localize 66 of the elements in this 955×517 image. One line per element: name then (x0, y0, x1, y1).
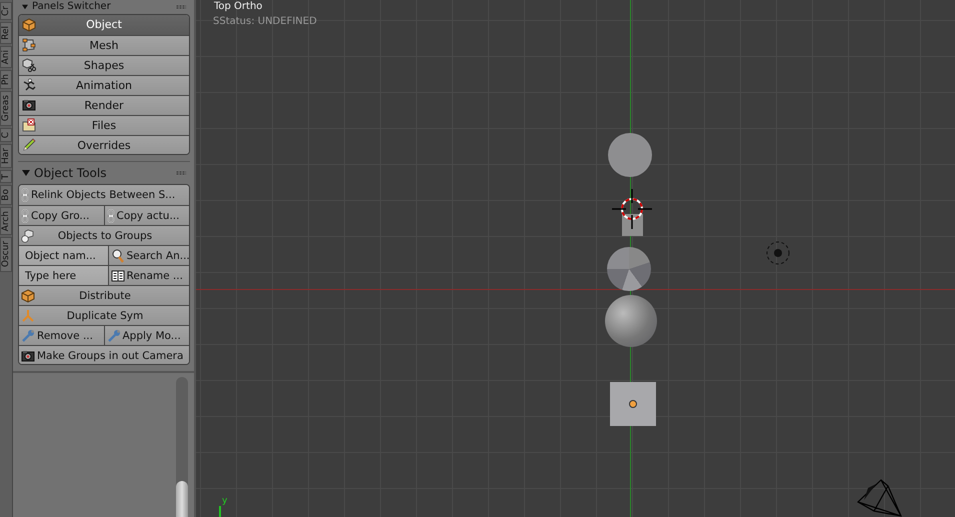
sphere-object[interactable] (605, 295, 657, 347)
side-tab[interactable]: Greas (0, 91, 12, 126)
side-tab[interactable]: Rel (0, 22, 12, 44)
panel-switch-button[interactable]: Animation (19, 74, 189, 95)
camera-icon (22, 98, 36, 112)
y-axis-icon (218, 506, 222, 517)
tool-button[interactable]: Objects to Groups (19, 225, 189, 246)
cube-icon (21, 288, 35, 303)
tool-button[interactable]: Rename ... (108, 265, 189, 286)
side-tab[interactable]: Arch (0, 207, 12, 236)
3d-cursor-icon[interactable] (612, 189, 652, 229)
cone-object[interactable] (607, 247, 651, 291)
tool-button[interactable]: Make Groups in out Camera (19, 345, 189, 364)
scrollbar-track[interactable] (176, 377, 188, 517)
3d-viewport[interactable]: Top Ortho SStatus: UNDEFINED y (196, 0, 955, 517)
tool-button[interactable]: Remove ... (19, 325, 104, 346)
panel-switch-button[interactable]: Object (19, 14, 189, 35)
side-tab[interactable]: Cr (0, 2, 12, 20)
panel-title[interactable]: Object Tools (34, 166, 106, 180)
panel-switch-button[interactable]: Shapes (19, 54, 189, 75)
document-icon (110, 268, 124, 283)
side-tab[interactable]: C (0, 128, 12, 142)
tool-button[interactable]: Search An... (108, 245, 189, 266)
side-tab[interactable]: T (0, 170, 12, 184)
panel-switch-button[interactable]: Overrides (19, 134, 189, 154)
tool-button[interactable]: Relink Objects Between S... (19, 185, 189, 206)
panel-switch-button[interactable]: Files (19, 114, 189, 135)
tool-button[interactable]: Distribute (19, 285, 189, 306)
wrench-icon (21, 328, 35, 343)
side-tab[interactable]: Ani (0, 46, 12, 68)
text-field[interactable]: Type here (19, 265, 108, 286)
cube-icon (22, 18, 36, 32)
side-tab[interactable]: Bo (0, 185, 12, 206)
tripod-icon (21, 308, 35, 323)
expand-triangle-icon[interactable] (22, 169, 30, 178)
tool-button[interactable]: Copy Gro... (19, 205, 104, 226)
axis-label: y (222, 496, 228, 506)
running-figure-icon (22, 78, 36, 92)
tool-button[interactable]: Duplicate Sym (19, 305, 189, 326)
panel-switch-button[interactable]: Mesh (19, 34, 189, 55)
wrench-icon (106, 328, 120, 343)
panel-switch-button[interactable]: Render (19, 94, 189, 115)
expand-triangle-icon[interactable] (22, 4, 28, 10)
tool-button[interactable]: Copy actu... (104, 205, 189, 226)
origin-dot-icon (629, 400, 637, 408)
panel-title[interactable]: Panels Switcher (32, 1, 111, 12)
side-tab[interactable]: Har (0, 144, 12, 168)
lamp-icon[interactable] (765, 240, 791, 266)
cube-scissors-icon (22, 58, 36, 72)
text-field[interactable]: Object nam... (19, 245, 108, 266)
circle-object[interactable] (608, 133, 652, 177)
pencil-icon (22, 138, 36, 152)
search-icon (110, 248, 124, 263)
side-tab[interactable]: Oscur (0, 237, 12, 272)
camera-icon (21, 348, 35, 363)
tool-button[interactable]: Apply Mo... (104, 325, 189, 346)
view-name: Top Ortho (214, 1, 262, 13)
folder-icon (22, 118, 36, 132)
chain-icon (21, 208, 29, 223)
cubes-icon (21, 228, 35, 243)
mesh-icon (22, 38, 36, 52)
scrollbar-thumb[interactable] (176, 481, 188, 517)
status-text: SStatus: UNDEFINED (213, 16, 317, 27)
side-tab[interactable]: Ph (0, 70, 12, 90)
chain-icon (106, 208, 114, 223)
chain-icon (21, 188, 29, 202)
